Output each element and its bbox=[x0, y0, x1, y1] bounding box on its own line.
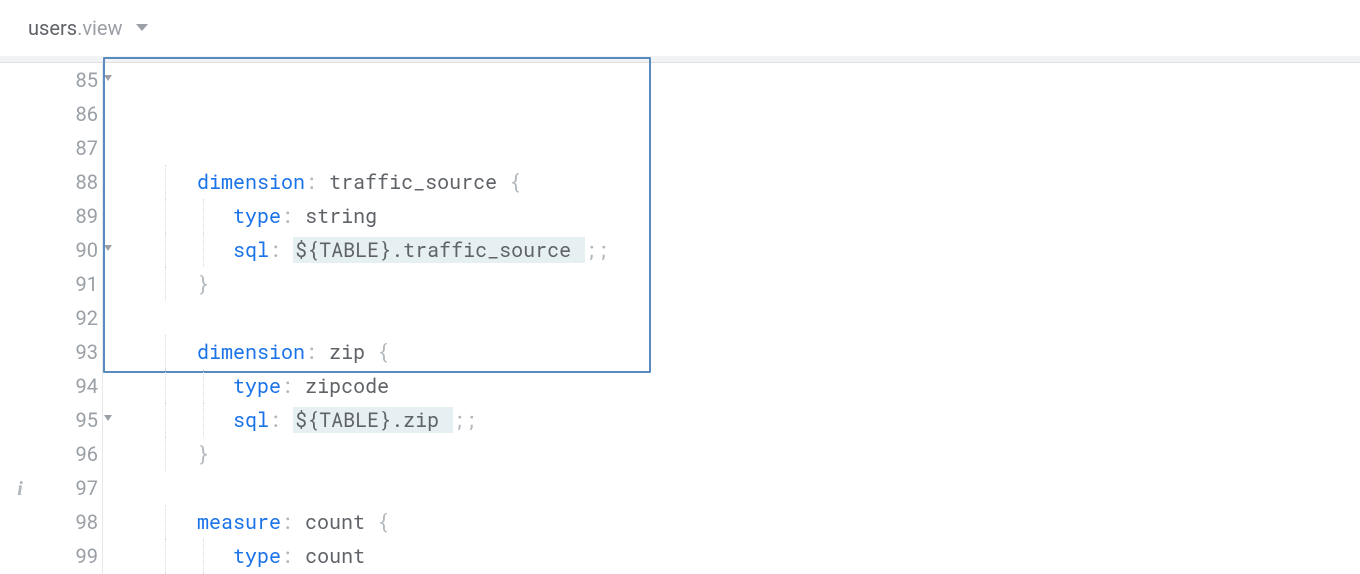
code-area[interactable]: dimension: traffic_source { type: string… bbox=[102, 63, 1360, 574]
token-tmpl: ${TABLE}.traffic_source bbox=[293, 237, 585, 263]
indent-guide bbox=[203, 233, 204, 267]
gutter-info-mark bbox=[0, 403, 40, 437]
line-number: 99 bbox=[40, 539, 98, 573]
file-tab-name-ext[interactable]: .view bbox=[77, 16, 122, 40]
token-punct: : bbox=[281, 543, 305, 569]
token-punct: { bbox=[377, 509, 389, 535]
code-line[interactable]: type: zipcode bbox=[125, 369, 1360, 403]
line-number: 96 bbox=[40, 437, 98, 471]
line-number: 85 bbox=[40, 63, 98, 97]
line-number: 93 bbox=[40, 335, 98, 369]
indent-guide bbox=[165, 233, 166, 267]
line-number: 92 bbox=[40, 301, 98, 335]
file-tab-dropdown-icon[interactable] bbox=[135, 23, 149, 33]
token-kw: dimension bbox=[197, 339, 305, 365]
code-line[interactable]: dimension: zip { bbox=[125, 335, 1360, 369]
indent-guide bbox=[203, 199, 204, 233]
line-number: 98 bbox=[40, 505, 98, 539]
gutter-info-mark bbox=[0, 539, 40, 573]
code-line[interactable] bbox=[125, 301, 1360, 335]
line-number: 86 bbox=[40, 97, 98, 131]
token-punct: { bbox=[509, 169, 521, 195]
token-fn: count bbox=[305, 509, 377, 535]
token-punct: { bbox=[377, 339, 389, 365]
line-number: 94 bbox=[40, 369, 98, 403]
token-kw: type bbox=[233, 373, 281, 399]
gutter-info-mark bbox=[0, 131, 40, 165]
gutter-info-mark bbox=[0, 505, 40, 539]
indent-guide bbox=[203, 369, 204, 403]
indent-guide bbox=[165, 539, 166, 573]
token-kw: measure bbox=[197, 509, 281, 535]
code-line[interactable]: sql: ${TABLE}.zip ;; bbox=[125, 403, 1360, 437]
info-gutter bbox=[0, 63, 40, 574]
token-fn: zip bbox=[329, 339, 377, 365]
code-line[interactable]: } bbox=[125, 267, 1360, 301]
line-number: 95 bbox=[40, 403, 98, 437]
file-tab-bar: users.view bbox=[0, 0, 1360, 56]
file-tab-name-main[interactable]: users bbox=[28, 16, 77, 40]
gutter-info-mark[interactable] bbox=[0, 471, 40, 505]
gutter-info-mark bbox=[0, 369, 40, 403]
indent-guide bbox=[203, 403, 204, 437]
code-line[interactable] bbox=[125, 471, 1360, 505]
code-line[interactable]: type: count bbox=[125, 539, 1360, 573]
gutter-info-mark bbox=[0, 301, 40, 335]
gutter-info-mark bbox=[0, 63, 40, 97]
line-number: 87 bbox=[40, 131, 98, 165]
gutter-info-mark bbox=[0, 165, 40, 199]
token-punct: ;; bbox=[453, 407, 477, 433]
token-kw: type bbox=[233, 543, 281, 569]
indent-guide bbox=[165, 437, 166, 471]
token-punct: : bbox=[281, 203, 305, 229]
token-punct: : bbox=[269, 237, 293, 263]
indent-guide bbox=[165, 369, 166, 403]
token-punct: } bbox=[197, 271, 209, 297]
token-punct: : bbox=[269, 407, 293, 433]
token-punct: ;; bbox=[585, 237, 609, 263]
token-punct: : bbox=[305, 339, 329, 365]
indent-guide bbox=[165, 403, 166, 437]
line-number: 97 bbox=[40, 471, 98, 505]
token-fn: traffic_source bbox=[329, 169, 509, 195]
line-number: 90 bbox=[40, 233, 98, 267]
gutter-info-mark bbox=[0, 267, 40, 301]
token-tmpl: ${TABLE}.zip bbox=[293, 407, 453, 433]
gutter-info-mark bbox=[0, 335, 40, 369]
code-line[interactable]: dimension: traffic_source { bbox=[125, 165, 1360, 199]
token-val: string bbox=[305, 203, 377, 229]
token-punct: : bbox=[281, 373, 305, 399]
indent-guide bbox=[165, 165, 166, 199]
token-kw: type bbox=[233, 203, 281, 229]
indent-guide bbox=[203, 539, 204, 573]
code-line[interactable]: type: string bbox=[125, 199, 1360, 233]
token-punct: : bbox=[305, 169, 329, 195]
gutter-info-mark bbox=[0, 199, 40, 233]
code-line[interactable]: sql: ${TABLE}.traffic_source ;; bbox=[125, 233, 1360, 267]
code-line[interactable]: measure: count { bbox=[125, 505, 1360, 539]
token-kw: sql bbox=[233, 407, 269, 433]
gutter-info-mark bbox=[0, 97, 40, 131]
token-kw: sql bbox=[233, 237, 269, 263]
code-line[interactable]: } bbox=[125, 437, 1360, 471]
indent-guide bbox=[165, 335, 166, 369]
token-val: zipcode bbox=[305, 373, 389, 399]
gutter-info-mark bbox=[0, 233, 40, 267]
token-kw: dimension bbox=[197, 169, 305, 195]
token-val: count bbox=[305, 543, 365, 569]
token-punct: } bbox=[197, 441, 209, 467]
line-number: 91 bbox=[40, 267, 98, 301]
gutter-info-mark bbox=[0, 437, 40, 471]
indent-guide bbox=[165, 505, 166, 539]
code-editor[interactable]: 858687888990919293949596979899 dimension… bbox=[0, 63, 1360, 574]
line-number: 89 bbox=[40, 199, 98, 233]
indent-guide bbox=[165, 267, 166, 301]
token-punct: : bbox=[281, 509, 305, 535]
line-number-gutter: 858687888990919293949596979899 bbox=[40, 63, 102, 574]
indent-guide bbox=[165, 199, 166, 233]
line-number: 88 bbox=[40, 165, 98, 199]
